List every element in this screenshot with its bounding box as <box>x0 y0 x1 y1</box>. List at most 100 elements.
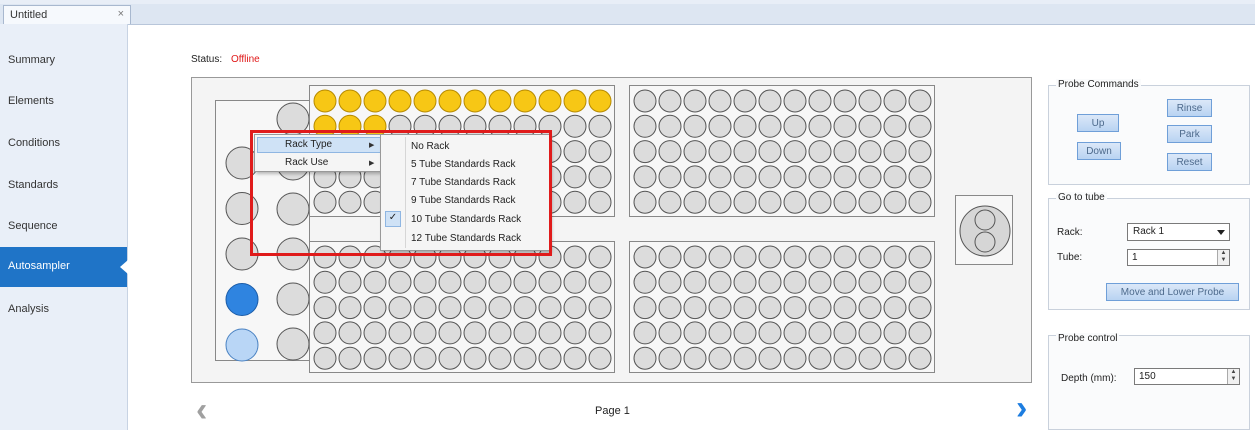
chevron-left-icon[interactable]: ‹ <box>196 393 207 427</box>
sample-tube[interactable] <box>858 140 882 164</box>
sample-tube[interactable] <box>808 321 832 345</box>
sample-tube[interactable] <box>708 190 732 214</box>
sidebar-item-sequence[interactable]: Sequence <box>0 207 127 247</box>
sample-tube[interactable] <box>538 89 562 113</box>
sample-tube[interactable] <box>633 296 657 320</box>
sample-tube[interactable] <box>858 165 882 189</box>
standard-tube[interactable] <box>276 327 310 361</box>
sample-tube[interactable] <box>513 321 537 345</box>
sample-tube[interactable] <box>658 346 682 370</box>
sample-tube[interactable] <box>733 321 757 345</box>
rinse-station[interactable] <box>955 195 1013 265</box>
sample-tube[interactable] <box>513 346 537 370</box>
sample-tube[interactable] <box>783 321 807 345</box>
park-button[interactable]: Park <box>1167 125 1212 143</box>
sample-tube[interactable] <box>883 245 907 269</box>
sample-tube[interactable] <box>733 89 757 113</box>
sidebar-item-conditions[interactable]: Conditions <box>0 124 127 164</box>
sample-tube[interactable] <box>858 114 882 138</box>
sample-tube[interactable] <box>658 165 682 189</box>
sample-tube[interactable] <box>908 296 932 320</box>
sample-tube[interactable] <box>538 346 562 370</box>
sample-tube[interactable] <box>908 190 932 214</box>
sample-tube[interactable] <box>563 346 587 370</box>
sample-tube[interactable] <box>633 321 657 345</box>
sample-tube[interactable] <box>683 114 707 138</box>
sample-tube[interactable] <box>633 190 657 214</box>
sample-tube[interactable] <box>658 140 682 164</box>
sample-tube[interactable] <box>438 296 462 320</box>
sample-tube[interactable] <box>363 89 387 113</box>
sample-tube[interactable] <box>338 321 362 345</box>
sample-tube[interactable] <box>683 190 707 214</box>
sample-tube[interactable] <box>588 321 612 345</box>
sample-tube[interactable] <box>488 346 512 370</box>
sample-tube[interactable] <box>538 296 562 320</box>
rack-2[interactable] <box>629 85 935 217</box>
sample-tube[interactable] <box>808 296 832 320</box>
sample-tube[interactable] <box>683 165 707 189</box>
sample-tube[interactable] <box>908 321 932 345</box>
sample-tube[interactable] <box>413 321 437 345</box>
sample-tube[interactable] <box>338 89 362 113</box>
sample-tube[interactable] <box>783 114 807 138</box>
spin-arrows-icon[interactable]: ▲ ▼ <box>1227 369 1239 384</box>
down-button[interactable]: Down <box>1077 142 1121 160</box>
sample-tube[interactable] <box>488 270 512 294</box>
sample-tube[interactable] <box>338 296 362 320</box>
sample-tube[interactable] <box>908 270 932 294</box>
sample-tube[interactable] <box>588 346 612 370</box>
standard-tube[interactable] <box>225 328 259 362</box>
sample-tube[interactable] <box>733 165 757 189</box>
sample-tube[interactable] <box>683 296 707 320</box>
sample-tube[interactable] <box>908 245 932 269</box>
sample-tube[interactable] <box>413 296 437 320</box>
sample-tube[interactable] <box>633 245 657 269</box>
sample-tube[interactable] <box>883 346 907 370</box>
sample-tube[interactable] <box>563 321 587 345</box>
sample-tube[interactable] <box>588 245 612 269</box>
sample-tube[interactable] <box>908 140 932 164</box>
sample-tube[interactable] <box>633 270 657 294</box>
sample-tube[interactable] <box>563 270 587 294</box>
sidebar-item-summary[interactable]: Summary <box>0 41 127 81</box>
sample-tube[interactable] <box>313 321 337 345</box>
sample-tube[interactable] <box>858 89 882 113</box>
rinse-button[interactable]: Rinse <box>1167 99 1212 117</box>
sample-tube[interactable] <box>633 346 657 370</box>
sample-tube[interactable] <box>438 321 462 345</box>
sample-tube[interactable] <box>388 270 412 294</box>
sample-tube[interactable] <box>733 346 757 370</box>
sample-tube[interactable] <box>833 165 857 189</box>
standard-tube[interactable] <box>276 282 310 316</box>
sample-tube[interactable] <box>388 321 412 345</box>
sample-tube[interactable] <box>633 89 657 113</box>
close-icon[interactable]: × <box>118 8 124 20</box>
sample-tube[interactable] <box>633 140 657 164</box>
sample-tube[interactable] <box>783 190 807 214</box>
move-lower-probe-button[interactable]: Move and Lower Probe <box>1106 283 1239 301</box>
sample-tube[interactable] <box>658 89 682 113</box>
rack-4[interactable] <box>629 241 935 373</box>
sample-tube[interactable] <box>388 346 412 370</box>
sample-tube[interactable] <box>733 190 757 214</box>
sample-tube[interactable] <box>658 114 682 138</box>
up-button[interactable]: Up <box>1077 114 1119 132</box>
sample-tube[interactable] <box>438 346 462 370</box>
sample-tube[interactable] <box>563 190 587 214</box>
sample-tube[interactable] <box>783 89 807 113</box>
sample-tube[interactable] <box>563 245 587 269</box>
sample-tube[interactable] <box>413 89 437 113</box>
sample-tube[interactable] <box>908 114 932 138</box>
sample-tube[interactable] <box>708 245 732 269</box>
sample-tube[interactable] <box>463 346 487 370</box>
sample-tube[interactable] <box>708 321 732 345</box>
sample-tube[interactable] <box>883 140 907 164</box>
sample-tube[interactable] <box>783 296 807 320</box>
depth-stepper[interactable]: 150 ▲ ▼ <box>1134 368 1240 385</box>
sample-tube[interactable] <box>858 346 882 370</box>
sample-tube[interactable] <box>658 245 682 269</box>
sample-tube[interactable] <box>658 321 682 345</box>
sample-tube[interactable] <box>363 270 387 294</box>
sample-tube[interactable] <box>833 89 857 113</box>
